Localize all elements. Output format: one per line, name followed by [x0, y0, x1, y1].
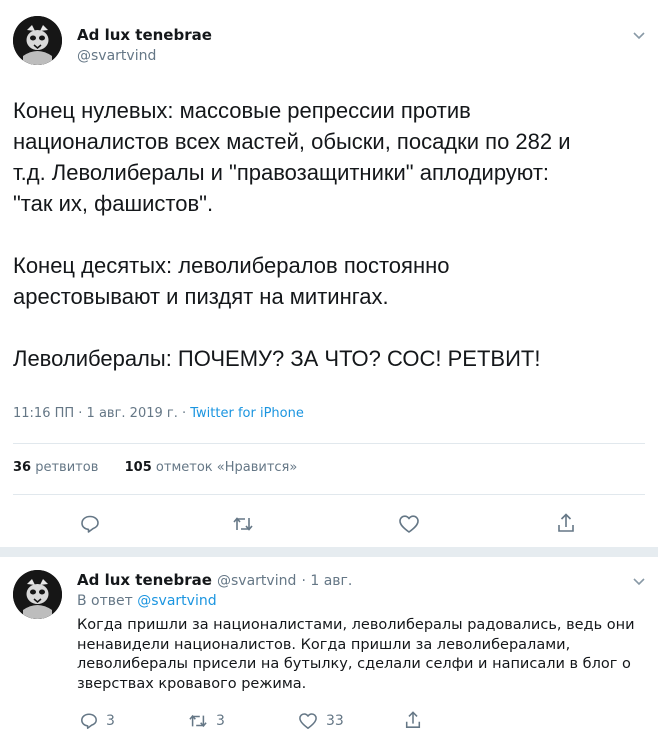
avatar-image — [13, 16, 62, 65]
reply-author-name[interactable]: Ad lux tenebrae — [77, 571, 212, 589]
divider — [13, 494, 645, 495]
thread-separator — [0, 547, 658, 557]
likes-stat[interactable]: 105 отметок «Нравится» — [125, 460, 298, 475]
reply-icon — [81, 713, 97, 729]
likes-label: отметок «Нравится» — [155, 460, 298, 475]
author-avatar[interactable] — [13, 16, 62, 65]
tweet-menu-button[interactable] — [632, 26, 646, 45]
reply-text-line: ненавидели националистов. Когда пришли з… — [77, 636, 571, 653]
heart-icon — [399, 515, 419, 533]
reply-reply-button[interactable]: 3 — [80, 712, 115, 730]
tweet-text-line: националистов всех мастей, обыски, посад… — [13, 129, 571, 154]
reply-button[interactable] — [80, 514, 100, 534]
tweet-timestamp: 11:16 ПП · 1 авг. 2019 г. · Twitter for … — [13, 406, 304, 421]
retweet-icon — [189, 714, 207, 728]
reply-icon — [81, 515, 99, 533]
reply-share-button[interactable] — [404, 710, 422, 730]
reply-header: Ad lux tenebrae @svartvind · 1 авг. — [77, 570, 352, 589]
timestamp-text[interactable]: 11:16 ПП · 1 авг. 2019 г. · — [13, 406, 190, 421]
tweet-text-line: т.д. Леволибералы и "правозащитники" апл… — [13, 160, 550, 185]
tweet-source-link[interactable]: Twitter for iPhone — [190, 406, 304, 421]
tweet-text-line: Конец нулевых: массовые репрессии против — [13, 98, 471, 123]
reply-to-line: В ответ @svartvind — [77, 593, 217, 609]
reply-text-line: Когда пришли за националистами, леволибе… — [77, 617, 635, 633]
tweet-text-line: Леволибералы: ПОЧЕМУ? ЗА ЧТО? СОС! РЕТВИ… — [13, 346, 541, 371]
reply-retweet-count: 3 — [216, 713, 225, 729]
share-icon — [405, 711, 421, 728]
reply-retweet-button[interactable]: 3 — [188, 712, 225, 730]
tweet-text-blank — [13, 219, 571, 250]
reply-author-handle[interactable]: @svartvind — [217, 573, 296, 589]
chevron-down-icon — [633, 32, 645, 40]
retweets-label: ретвитов — [35, 460, 99, 475]
like-button[interactable] — [398, 514, 420, 534]
retweets-stat[interactable]: 36 ретвитов — [13, 460, 98, 475]
divider — [13, 443, 645, 444]
heart-icon — [299, 713, 317, 729]
chevron-down-icon — [633, 578, 645, 586]
tweet-text-blank — [13, 312, 571, 343]
tweet-text-line: арестовывают и пиздят на митингах. — [13, 284, 389, 309]
retweet-icon — [233, 517, 253, 531]
reply-text: Когда пришли за националистами, леволибе… — [77, 616, 635, 694]
tweet-text-line: Конец десятых: леволибералов постоянно — [13, 253, 450, 278]
reply-menu-button[interactable] — [632, 572, 646, 591]
share-button[interactable] — [556, 512, 576, 534]
retweets-count: 36 — [13, 460, 32, 475]
author-name[interactable]: Ad lux tenebrae — [77, 26, 212, 44]
likes-count: 105 — [124, 460, 152, 475]
reply-reply-count: 3 — [106, 713, 115, 729]
tweet-stats: 36 ретвитов 105 отметок «Нравится» — [13, 460, 297, 475]
reply-date[interactable]: · 1 авг. — [301, 573, 352, 589]
share-icon — [558, 513, 574, 532]
reply-to-handle[interactable]: @svartvind — [137, 593, 216, 609]
author-handle[interactable]: @svartvind — [77, 48, 156, 64]
reply-like-button[interactable]: 33 — [298, 712, 344, 730]
reply-author-avatar[interactable] — [13, 570, 62, 619]
reply-to-label: В ответ — [77, 593, 133, 609]
retweet-button[interactable] — [232, 514, 254, 534]
reply-like-count: 33 — [326, 713, 344, 729]
reply-text-line: леволибералы присели на бутылку, сделали… — [77, 656, 631, 672]
tweet-text-line: "так их, фашистов". — [13, 191, 214, 216]
tweet-text: Конец нулевых: массовые репрессии против… — [13, 95, 571, 374]
reply-text-line: зверствах кровавого режима. — [77, 675, 307, 692]
avatar-image — [13, 570, 62, 619]
